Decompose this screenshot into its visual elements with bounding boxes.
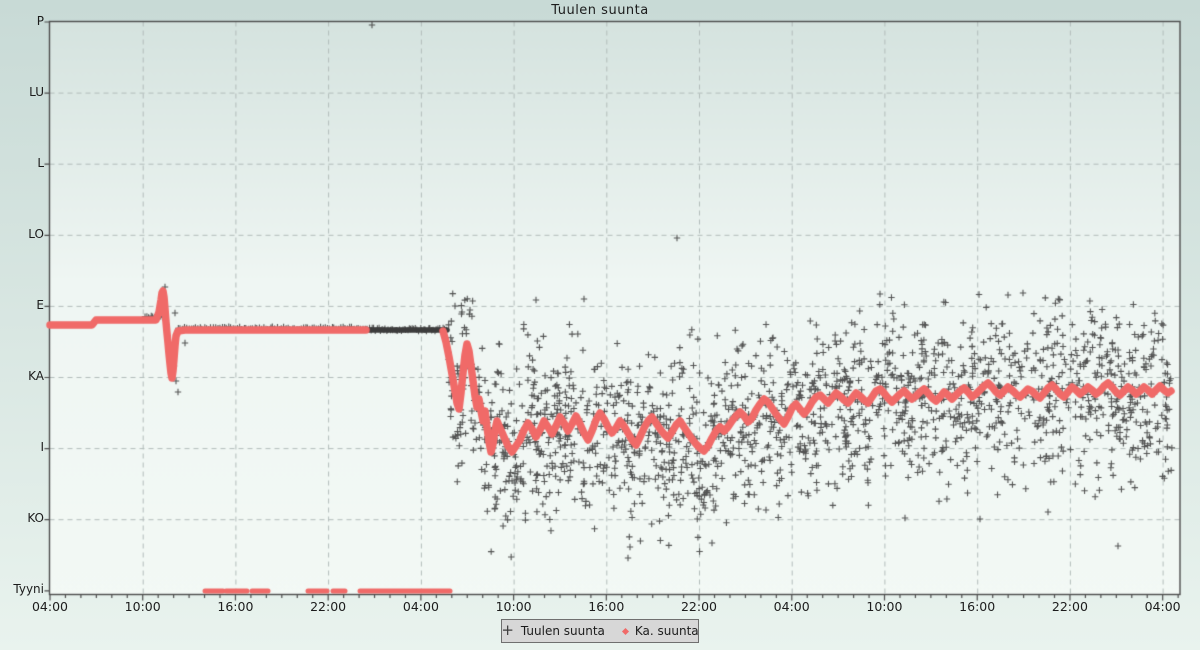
legend-label: Tuulen suunta [521, 624, 605, 638]
legend-item-avg-direction: Ka. suunta [623, 624, 699, 638]
plot-canvas [0, 0, 1200, 650]
dot-marker-icon [622, 627, 629, 634]
wind-direction-chart: Tuulen suunta PLULLOEKAIKOTyyni04:0010:0… [0, 0, 1200, 650]
plus-marker-icon: + [501, 625, 514, 635]
chart-title: Tuulen suunta [0, 3, 1200, 18]
legend-item-wind-direction: + Tuulen suunta [501, 624, 605, 638]
legend-label: Ka. suunta [635, 624, 699, 638]
chart-legend: + Tuulen suunta Ka. suunta [501, 619, 699, 643]
